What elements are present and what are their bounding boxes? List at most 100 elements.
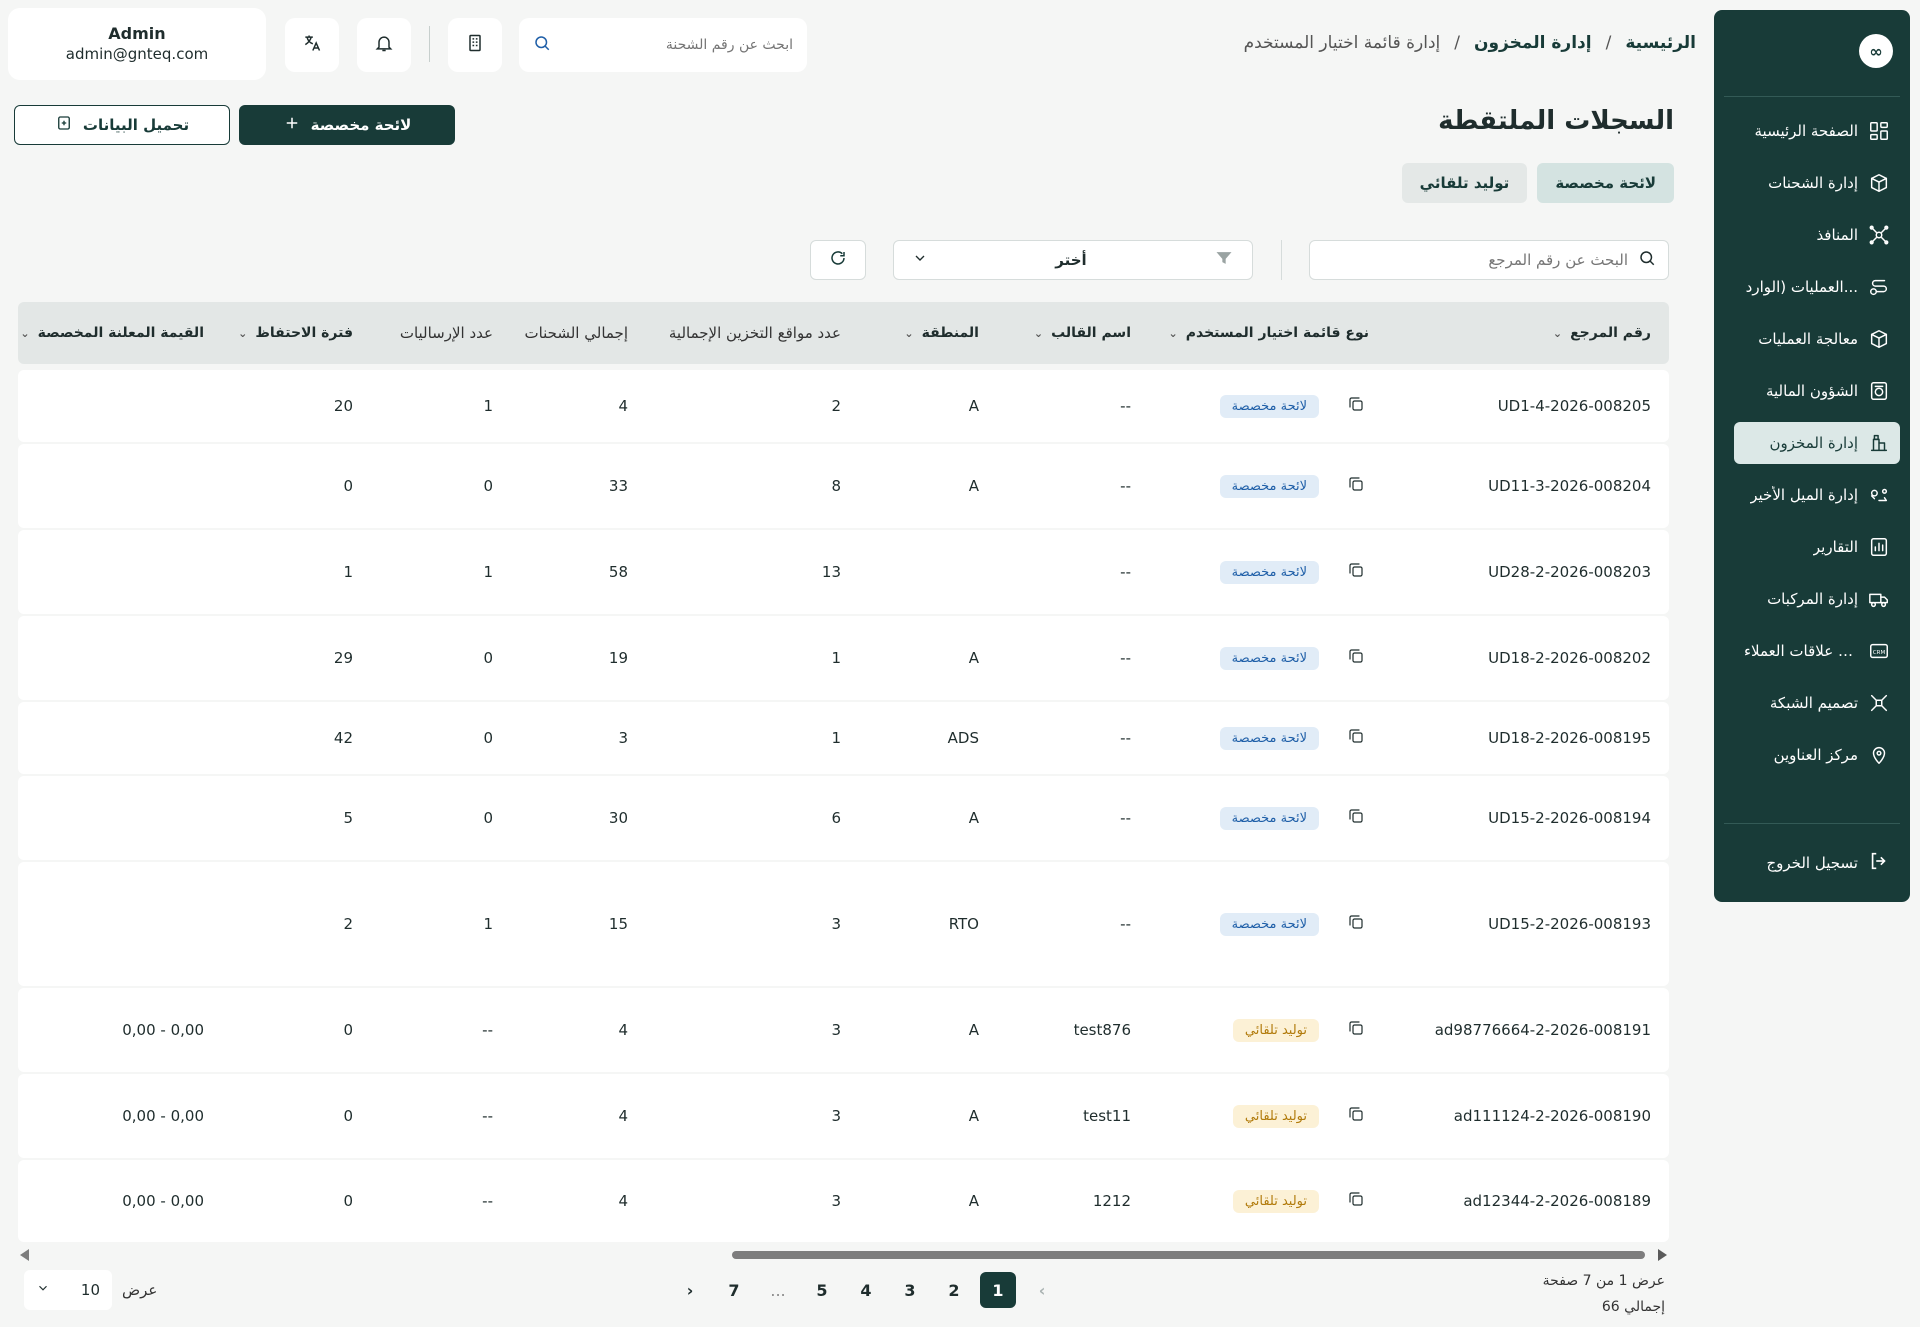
sidebar-item[interactable]: العمليات (الوارد... — [1734, 266, 1900, 308]
breadcrumb-inventory[interactable]: إدارة المخزون — [1474, 33, 1592, 53]
sort-chevron-icon[interactable]: ⌄ — [238, 327, 247, 340]
sidebar-item[interactable]: الصفحة الرئيسية — [1734, 110, 1900, 152]
page-info-total: إجمالي 66 — [1601, 1299, 1665, 1315]
table-row[interactable]: UD18-2-2026-008195 لائحة مخصصة -- ADS 1 3 0 42 — [18, 702, 1669, 774]
cell-shipments: 19 — [498, 616, 628, 700]
reference-search-input[interactable] — [1322, 251, 1628, 269]
scroll-right-arrow[interactable] — [1658, 1249, 1667, 1261]
cell-consignments: 1 — [373, 370, 493, 442]
upload-data-button[interactable]: تحميل البيانات — [14, 105, 230, 145]
copy-icon[interactable] — [1347, 913, 1365, 935]
scroll-left-arrow[interactable] — [20, 1249, 29, 1261]
breadcrumb-home[interactable]: الرئيسية — [1625, 33, 1696, 53]
horizontal-scrollbar[interactable] — [18, 1248, 1669, 1262]
column-header[interactable]: ⌄ القيمة المعلنة المخصصة — [18, 302, 204, 364]
table-row[interactable]: UD11-3-2026-008204 لائحة مخصصة -- A 8 33 0 0 — [18, 444, 1669, 528]
shipment-search[interactable] — [519, 18, 807, 72]
previous-page-icon[interactable]: ‹ — [1024, 1272, 1060, 1308]
copy-icon[interactable] — [1347, 1019, 1365, 1041]
page-button[interactable]: 2 — [936, 1272, 972, 1308]
page-button[interactable]: 7 — [716, 1272, 752, 1308]
sidebar-item[interactable]: إدارة المخزون — [1734, 422, 1900, 464]
cell-shipments-value: 15 — [608, 915, 628, 933]
column-header[interactable]: ⌄ نوع قائمة اختيار المستخدم — [1119, 302, 1369, 364]
organization-button[interactable] — [448, 18, 502, 72]
table-row[interactable]: UD18-2-2026-008202 لائحة مخصصة -- A 1 19 0 29 — [18, 616, 1669, 700]
logout-button[interactable]: تسجيل الخروج — [1734, 842, 1900, 884]
list-type-badge: توليد تلقائي — [1232, 1104, 1319, 1128]
copy-icon[interactable] — [1347, 647, 1365, 669]
sidebar-item[interactable]: مركز العناوين — [1734, 734, 1900, 776]
list-type-badge: لائحة مخصصة — [1219, 474, 1319, 498]
sort-chevron-icon[interactable]: ⌄ — [1169, 327, 1178, 340]
page-button[interactable]: 5 — [804, 1272, 840, 1308]
table-row[interactable]: ad12344-2-2026-008189 توليد تلقائي 1212 A 3 4… — [18, 1160, 1669, 1242]
next-page-icon[interactable]: › — [672, 1272, 708, 1308]
sidebar-item[interactable]: معالجة العمليات — [1734, 318, 1900, 360]
sidebar-item[interactable]: إدارة الشحنات — [1734, 162, 1900, 204]
copy-icon[interactable] — [1347, 561, 1365, 583]
notifications-button[interactable] — [357, 18, 411, 72]
list-type-badge: لائحة مخصصة — [1219, 806, 1319, 830]
breadcrumb-separator: / — [1454, 33, 1460, 53]
cell-zone: A — [869, 444, 979, 528]
cell-template: -- — [1011, 444, 1131, 528]
cell-ref-value: UD28-2-2026-008203 — [1488, 563, 1651, 581]
column-header[interactable]: ⌄ رقم المرجع — [1431, 302, 1651, 364]
page-ellipsis: ... — [770, 1280, 786, 1300]
cell-retention-value: 20 — [333, 397, 353, 415]
chevron-down-icon — [912, 250, 928, 270]
cell-consignments-value: 1 — [483, 397, 493, 415]
column-header[interactable]: ⌄ المنطقة — [869, 302, 979, 364]
scrollbar-thumb[interactable] — [732, 1251, 1645, 1259]
copy-icon[interactable] — [1347, 727, 1365, 749]
column-header-label: المنطقة — [921, 325, 979, 341]
tab-custom-list[interactable]: لائحة مخصصة — [1537, 163, 1674, 203]
sidebar-item[interactable]: إدارة المركبات — [1734, 578, 1900, 620]
page-size-select[interactable]: 10 — [24, 1270, 112, 1310]
page-button[interactable]: 1 — [980, 1272, 1016, 1308]
table-row[interactable]: UD1-4-2026-008205 لائحة مخصصة -- A 2 4 1 20 — [18, 370, 1669, 442]
table-row[interactable]: ad111124-2-2026-008190 توليد تلقائي test11… — [18, 1074, 1669, 1158]
cell-retention-value: 29 — [333, 649, 353, 667]
sidebar-item[interactable]: الشؤون المالية — [1734, 370, 1900, 412]
column-header[interactable]: ⌄ اسم القالب — [1011, 302, 1131, 364]
column-header-label: القيمة المعلنة المخصصة — [37, 325, 204, 341]
sidebar-item[interactable]: إدارة الميل الأخير — [1734, 474, 1900, 516]
sidebar-item[interactable]: المنافذ — [1734, 214, 1900, 256]
column-header: إجمالي الشحنات — [498, 302, 628, 364]
copy-icon[interactable] — [1347, 807, 1365, 829]
copy-icon[interactable] — [1347, 1190, 1365, 1212]
sidebar-item[interactable]: CRM إدارة علاقات العملاء — [1734, 630, 1900, 672]
sort-chevron-icon[interactable]: ⌄ — [1034, 327, 1043, 340]
table-row[interactable]: ad98776664-2-2026-008191 توليد تلقائي test… — [18, 988, 1669, 1072]
shipment-search-input[interactable] — [561, 37, 793, 53]
page-button[interactable]: 3 — [892, 1272, 928, 1308]
sidebar-item[interactable]: تصميم الشبكة — [1734, 682, 1900, 724]
sidebar-item[interactable]: التقارير — [1734, 526, 1900, 568]
list-type-badge: لائحة مخصصة — [1219, 394, 1319, 418]
language-button[interactable] — [285, 18, 339, 72]
filter-select[interactable]: أختر — [893, 240, 1253, 280]
reference-search[interactable] — [1309, 240, 1669, 280]
app-logo[interactable]: ∞ — [1859, 34, 1893, 68]
cell-consignments-value: 0 — [483, 649, 493, 667]
sort-chevron-icon[interactable]: ⌄ — [904, 327, 913, 340]
copy-icon[interactable] — [1347, 475, 1365, 497]
sort-chevron-icon[interactable]: ⌄ — [1553, 327, 1562, 340]
copy-icon[interactable] — [1347, 395, 1365, 417]
refresh-button[interactable] — [810, 240, 866, 280]
sort-chevron-icon[interactable]: ⌄ — [20, 327, 29, 340]
table-row[interactable]: UD28-2-2026-008203 لائحة مخصصة -- 13 58 1 1 — [18, 530, 1669, 614]
table-row[interactable]: UD15-2-2026-008194 لائحة مخصصة -- A 6 30 0 5 — [18, 776, 1669, 860]
column-header[interactable]: ⌄ فترة الاحتفاظ — [238, 302, 353, 364]
new-custom-list-button[interactable]: لائحة مخصصة — [239, 105, 455, 145]
table-row[interactable]: UD15-2-2026-008193 لائحة مخصصة -- RTO 3 15 1 2 — [18, 862, 1669, 986]
copy-icon[interactable] — [1347, 1105, 1365, 1127]
page-title: السجلات الملتقطة — [1438, 106, 1674, 136]
page-button[interactable]: 4 — [848, 1272, 884, 1308]
cell-consignments-value: 0 — [483, 729, 493, 747]
cell-consignments: 0 — [373, 776, 493, 860]
user-card[interactable]: Admin admin@gnteq.com — [8, 8, 266, 80]
tab-auto-generate[interactable]: توليد تلقائي — [1401, 163, 1528, 203]
